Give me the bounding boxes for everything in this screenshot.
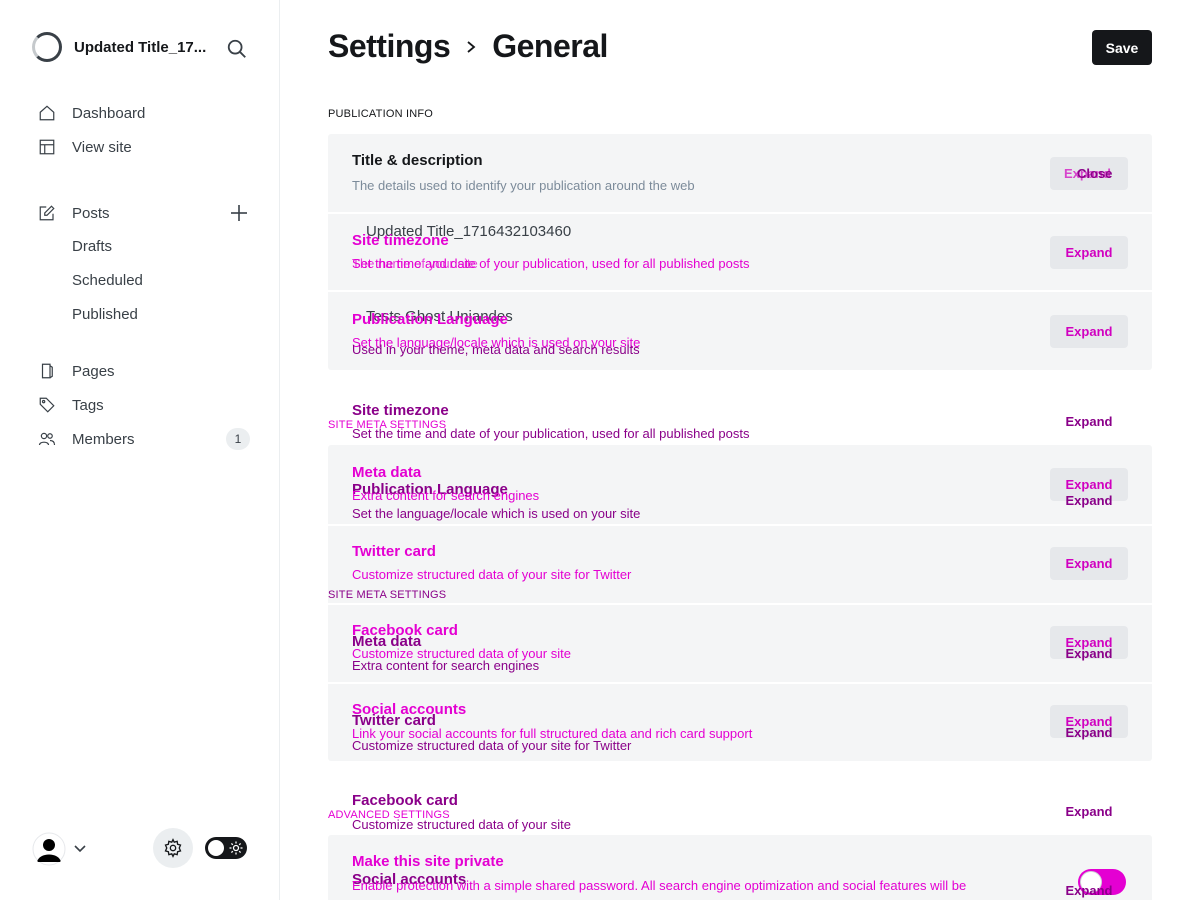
social-expand-button[interactable]: Expand xyxy=(1050,883,1128,900)
theme-toggle[interactable] xyxy=(205,837,247,859)
breadcrumb: Settings General xyxy=(328,28,608,65)
nav-view-site[interactable]: View site xyxy=(38,136,132,158)
breadcrumb-settings[interactable]: Settings xyxy=(328,28,451,65)
members-count-badge: 1 xyxy=(226,428,250,450)
layout-icon xyxy=(38,138,56,156)
home-icon xyxy=(38,104,56,122)
meta-data-expand-button[interactable]: Expand xyxy=(1050,646,1128,664)
user-icon xyxy=(32,832,66,866)
twitter-desc-overlay: Customize structured data of your site f… xyxy=(352,567,632,582)
row-divider xyxy=(328,290,1152,292)
language-desc: Set the language/locale which is used on… xyxy=(352,506,641,521)
title-description-expand-button[interactable]: Expand Close xyxy=(1050,157,1128,190)
nav-dashboard[interactable]: Dashboard xyxy=(38,102,145,124)
private-desc: Enable protection with a simple shared p… xyxy=(352,878,967,893)
add-post-icon[interactable] xyxy=(229,203,249,223)
nav-tags[interactable]: Tags xyxy=(38,394,104,416)
site-description-hint: Used in your theme, meta data and search… xyxy=(352,342,640,357)
nav-posts[interactable]: Posts xyxy=(38,202,110,224)
chevron-down-icon[interactable] xyxy=(72,840,88,856)
row-divider xyxy=(328,212,1152,214)
tag-icon xyxy=(38,396,56,414)
section-publication-info: PUBLICATION INFO xyxy=(328,108,434,120)
nav-members-label: Members xyxy=(72,430,135,448)
row-divider xyxy=(328,682,1152,684)
nav-view-site-label: View site xyxy=(72,138,132,156)
language-heading-overlay: Publication Language xyxy=(352,311,508,328)
search-icon[interactable] xyxy=(226,38,248,60)
twitter-heading-overlay: Twitter card xyxy=(352,543,436,560)
sidebar: Updated Title_17... Dashboard View site … xyxy=(0,0,280,900)
twitter-expand-button[interactable]: Expand xyxy=(1050,725,1128,743)
settings-button[interactable] xyxy=(153,828,193,868)
site-title: Updated Title_17... xyxy=(74,38,207,56)
nav-tags-label: Tags xyxy=(72,396,104,414)
page-icon xyxy=(38,362,56,380)
save-button[interactable]: Save xyxy=(1092,30,1152,65)
facebook-expand-button[interactable]: Expand xyxy=(1050,804,1128,822)
section-site-meta: SITE META SETTINGS xyxy=(328,589,447,601)
nav-pages[interactable]: Pages xyxy=(38,360,115,382)
nav-posts-label: Posts xyxy=(72,204,110,222)
gear-icon xyxy=(164,838,182,858)
brand[interactable]: Updated Title_17... xyxy=(32,32,212,62)
nav-scheduled[interactable]: Scheduled xyxy=(72,272,143,289)
nav-published[interactable]: Published xyxy=(72,306,138,323)
close-label: Close xyxy=(1077,166,1113,181)
meta-data-desc: Extra content for search engines xyxy=(352,658,540,673)
nav-members[interactable]: Members xyxy=(38,428,135,450)
timezone-expand-button[interactable]: Expand xyxy=(1050,414,1128,447)
row-divider xyxy=(328,524,1152,526)
timezone-desc: Set the time and date of your publicatio… xyxy=(352,426,750,441)
user-avatar[interactable] xyxy=(32,832,66,866)
page-title: General xyxy=(492,28,608,64)
members-icon xyxy=(38,430,56,448)
edit-icon xyxy=(38,204,56,222)
sun-icon xyxy=(229,841,243,855)
nav-dashboard-label: Dashboard xyxy=(72,104,146,122)
timezone-expand-button-overlay[interactable]: Expand xyxy=(1050,236,1128,269)
timezone-desc-overlay: Set the time and date of your publicatio… xyxy=(352,256,750,271)
language-expand-button[interactable]: Expand xyxy=(1050,493,1128,511)
site-logo xyxy=(32,32,62,62)
theme-toggle-knob xyxy=(208,840,224,856)
nav-drafts[interactable]: Drafts xyxy=(72,238,112,255)
facebook-desc: Customize structured data of your site xyxy=(352,817,571,832)
meta-data-heading-overlay: Meta data xyxy=(352,464,422,481)
chevron-right-icon xyxy=(467,40,476,53)
twitter-expand-button-overlay[interactable]: Expand xyxy=(1050,547,1128,580)
meta-data-desc-overlay: Extra content for search engines xyxy=(352,488,540,503)
language-expand-button-overlay[interactable]: Expand xyxy=(1050,315,1128,348)
title-description-heading: Title & description xyxy=(352,152,483,169)
timezone-heading: Site timezone xyxy=(352,402,449,419)
facebook-heading: Facebook card xyxy=(352,792,458,809)
twitter-desc: Customize structured data of your site f… xyxy=(352,738,632,753)
title-description-desc: The details used to identify your public… xyxy=(352,178,695,193)
row-divider xyxy=(328,603,1152,605)
nav-pages-label: Pages xyxy=(72,362,115,380)
private-heading: Make this site private xyxy=(352,853,504,870)
timezone-heading-overlay: Site timezone xyxy=(352,232,449,249)
